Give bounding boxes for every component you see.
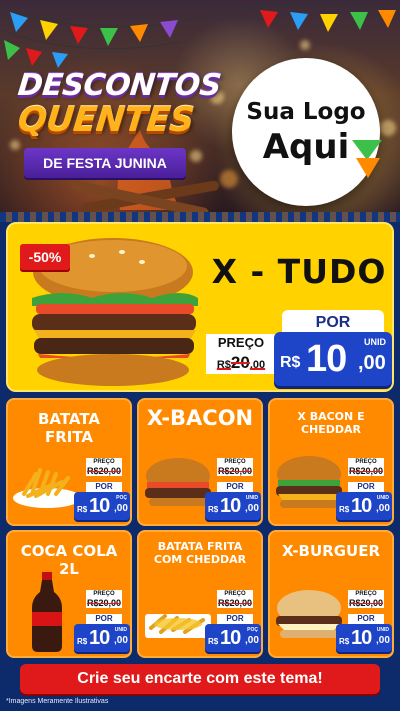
old-price: R$20,00 (206, 352, 276, 374)
price-tag: R$ 10 ,00 UNID (74, 624, 130, 652)
old-price: R$20,00 (348, 598, 384, 608)
price-currency: R$ (339, 505, 350, 514)
fries-icon (13, 468, 81, 508)
price-unit: POÇ (247, 627, 258, 633)
price-integer: 10 (89, 627, 110, 649)
title-line-1: DESCONTOS (16, 68, 223, 103)
product-name: X-BURGUER (281, 542, 381, 560)
price-unit: UNID (245, 495, 258, 501)
price-currency: R$ (280, 354, 301, 371)
price-tag: R$ 10 ,00 POÇ (205, 624, 261, 652)
price-decimal: ,00 (245, 635, 259, 646)
price-tag: R$ 10 ,00 UNID (336, 624, 392, 652)
preco-label: PREÇO (348, 590, 384, 598)
old-price: R$20,00 (217, 598, 253, 608)
por-label: POR (217, 614, 253, 624)
product-name: X BACON E CHEDDAR (297, 410, 365, 436)
price-tag: R$ 10 ,00 UNID (205, 492, 261, 520)
divider-stripe (0, 212, 400, 222)
fries-cheddar-icon (145, 614, 211, 638)
preco-label: PREÇO (86, 458, 122, 466)
price-currency: R$ (339, 637, 350, 646)
price-integer: 10 (220, 627, 241, 649)
logo-placeholder[interactable]: Sua Logo Aqui (232, 58, 380, 206)
product-name: BATATA FRITA COM CHEDDAR (153, 540, 247, 566)
price-unit: UNID (364, 337, 386, 347)
header-banner: DESCONTOS QUENTES DE FESTA JUNINA Sua Lo… (0, 0, 400, 212)
title-line-2: QUENTES (15, 100, 196, 140)
por-label: POR (348, 614, 384, 624)
price-decimal: ,00 (358, 352, 386, 374)
logo-text-line-1: Sua Logo (246, 99, 366, 125)
old-price: R$20,00 (86, 466, 122, 476)
product-card-x-burguer[interactable]: X-BURGUER PREÇO R$20,00 POR R$ 10 ,00 UN… (268, 530, 394, 658)
price-currency: R$ (77, 637, 88, 646)
soda-bottle-icon (32, 572, 62, 652)
preco-label: PREÇO (86, 590, 122, 598)
old-price: R$20,00 (217, 466, 253, 476)
price-integer: 10 (306, 338, 347, 380)
price-integer: 10 (220, 495, 241, 517)
price-integer: 10 (89, 495, 110, 517)
price-unit: UNID (114, 627, 127, 633)
flag-icon (352, 140, 382, 178)
disclaimer-text: *Imagens Meramente Ilustrativas (6, 698, 109, 705)
burger-icon (145, 458, 211, 506)
price-integer: 10 (351, 627, 372, 649)
old-price-dec: ,00 (249, 359, 266, 371)
product-name: X-BACON (146, 406, 254, 430)
price-unit: UNID (376, 495, 389, 501)
discount-badge: -50% (20, 244, 70, 270)
burger-icon (276, 456, 342, 508)
featured-product-name: X - TUDO (211, 252, 387, 291)
por-label: POR (86, 482, 122, 492)
product-card-x-bacon[interactable]: X-BACON PREÇO R$20,00 POR R$ 10 ,00 UNID (137, 398, 263, 526)
price-decimal: ,00 (376, 503, 390, 514)
por-label: POR (348, 482, 384, 492)
price-integer: 10 (351, 495, 372, 517)
product-card-coca-cola[interactable]: COCA COLA 2L PREÇO R$20,00 POR R$ 10 ,00… (6, 530, 132, 658)
logo-text-line-2: Aqui (262, 127, 350, 167)
product-name: BATATA FRITA (37, 410, 101, 446)
preco-label: PREÇO (217, 458, 253, 466)
price-currency: R$ (208, 505, 219, 514)
featured-product-card[interactable]: -50% X - TUDO POR PREÇO R$20,00 R$ 10 ,0… (6, 222, 394, 392)
festa-junina-flags-decoration (0, 4, 400, 68)
price-decimal: ,00 (114, 635, 128, 646)
price-currency: R$ (77, 505, 88, 514)
old-price-currency: R$ (216, 359, 231, 371)
preco-label: PREÇO (206, 334, 276, 352)
subtitle-banner: DE FESTA JUNINA (24, 148, 186, 178)
por-label: POR (86, 614, 122, 624)
price-tag: R$ 10 ,00 POÇ (74, 492, 130, 520)
old-price: R$20,00 (86, 598, 122, 608)
product-card-x-bacon-cheddar[interactable]: X BACON E CHEDDAR PREÇO R$20,00 POR R$ 1… (268, 398, 394, 526)
price-decimal: ,00 (114, 503, 128, 514)
preco-label: PREÇO (348, 458, 384, 466)
product-card-batata-cheddar[interactable]: BATATA FRITA COM CHEDDAR PREÇO R$20,00 P… (137, 530, 263, 658)
price-unit: UNID (376, 627, 389, 633)
price-currency: R$ (208, 637, 219, 646)
promo-title: DESCONTOS QUENTES (15, 68, 223, 140)
old-price-int: 20 (230, 353, 250, 372)
create-flyer-button[interactable]: Crie seu encarte com este tema! (20, 664, 380, 694)
price-tag: R$ 10 ,00 UNID (336, 492, 392, 520)
por-label: POR (217, 482, 253, 492)
product-card-batata-frita[interactable]: BATATA FRITA PREÇO R$20,00 POR R$ 10 ,00… (6, 398, 132, 526)
burger-icon (276, 590, 342, 638)
price-decimal: ,00 (376, 635, 390, 646)
price-decimal: ,00 (245, 503, 259, 514)
preco-label: PREÇO (217, 590, 253, 598)
old-price: R$20,00 (348, 466, 384, 476)
price-unit: POÇ (116, 495, 127, 501)
price-tag: R$ 10 ,00 UNID (274, 332, 392, 386)
